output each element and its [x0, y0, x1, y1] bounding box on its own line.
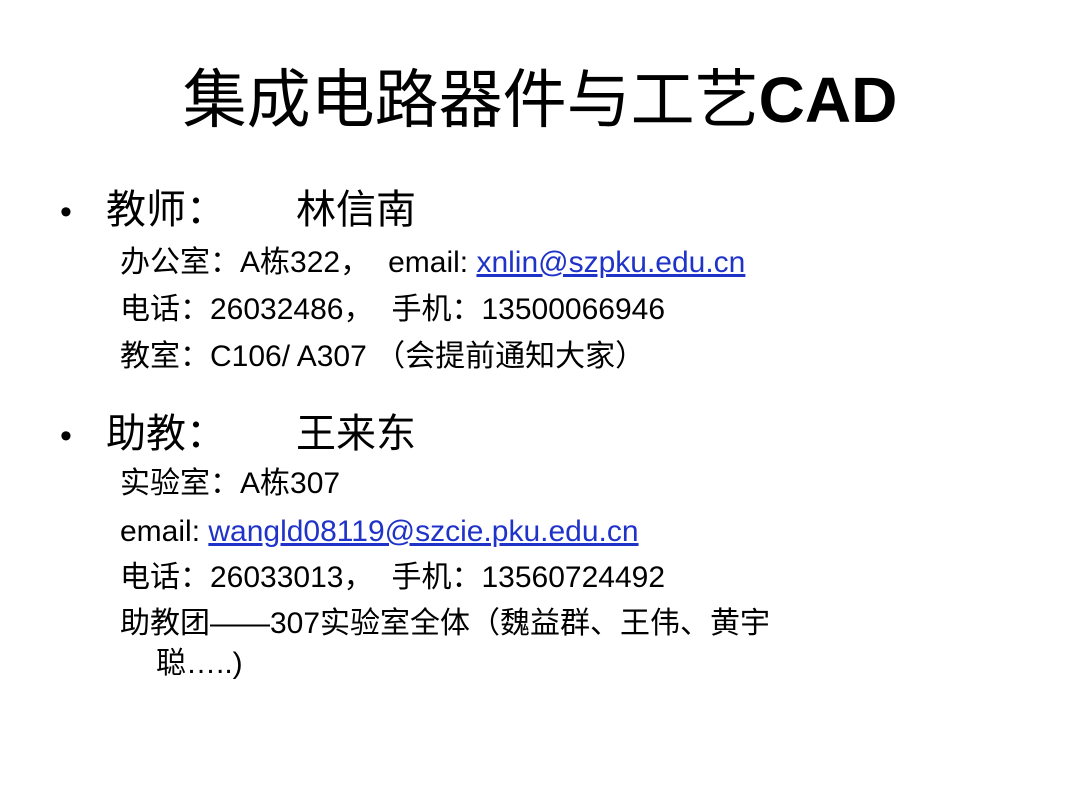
teacher-label: 教师： — [106, 188, 226, 232]
slide-title: 集成电路器件与工艺CAD — [0, 58, 1080, 143]
assistant-label: 助教： — [106, 412, 226, 456]
bullet-dot: • — [60, 193, 72, 231]
assistant-mobile: 手机：13560724492 — [391, 561, 666, 594]
bullet-dot: • — [60, 417, 72, 455]
assistant-bullet-row: • 助教： 王来东 — [60, 408, 416, 462]
title-cjk: 集成电路器件与工艺 — [182, 64, 759, 138]
teacher-classroom-row: 教室：C106/ A307 （会提前通知大家） — [120, 337, 645, 377]
teacher-name: 林信南 — [296, 188, 416, 232]
assistant-email-row: email: wangld08119@szcie.pku.edu.cn — [120, 512, 639, 552]
teacher-classroom: 教室：C106/ A307 （会提前通知大家） — [120, 340, 646, 373]
assistant-team-line1: 助教团——307实验室全体（魏益群、王伟、黄宇 — [120, 607, 771, 640]
teacher-mobile: 手机：13500066946 — [391, 293, 666, 326]
teacher-phone: 电话：26032486， — [120, 293, 374, 326]
assistant-phone: 电话：26033013， — [120, 561, 374, 594]
assistant-lab: 实验室：A栋307 — [120, 467, 341, 500]
teacher-office: 办公室：A栋322， — [120, 246, 371, 279]
teacher-email-label: email: — [388, 246, 477, 279]
teacher-email-link[interactable]: xnlin@szpku.edu.cn — [476, 246, 745, 279]
teacher-bullet-row: • 教师： 林信南 — [60, 184, 416, 238]
assistant-phone-row: 电话：26033013， 手机：13560724492 — [120, 558, 665, 598]
assistant-email-link[interactable]: wangld08119@szcie.pku.edu.cn — [208, 515, 638, 548]
assistant-team-line2: 聪…..) — [156, 647, 243, 680]
title-latin: CAD — [758, 64, 898, 136]
assistant-name: 王来东 — [296, 412, 416, 456]
teacher-phone-row: 电话：26032486， 手机：13500066946 — [120, 290, 665, 330]
slide: 集成电路器件与工艺CAD • 教师： 林信南 办公室：A栋322， email: xn… — [0, 0, 1080, 810]
assistant-email-label: email: — [120, 515, 209, 548]
teacher-office-row: 办公室：A栋322， email: xnlin@szpku.edu.cn — [120, 243, 745, 283]
assistant-team-row: 助教团——307实验室全体（魏益群、王伟、黄宇 聪…..) — [120, 604, 960, 684]
assistant-lab-row: 实验室：A栋307 — [120, 464, 340, 504]
